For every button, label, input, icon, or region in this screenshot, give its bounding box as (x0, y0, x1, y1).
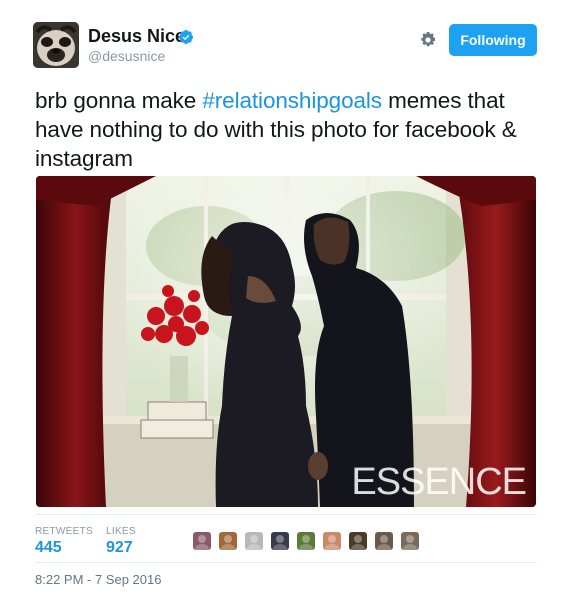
liker-avatar-8[interactable] (375, 532, 393, 550)
liker-avatar-3[interactable] (245, 532, 263, 550)
following-button[interactable]: Following (449, 24, 537, 56)
liker-avatar-7[interactable] (349, 532, 367, 550)
liker-avatar-2[interactable] (219, 532, 237, 550)
essence-watermark: ESSENCE (351, 461, 526, 503)
divider-top (35, 514, 537, 515)
retweets-count[interactable]: 445 (35, 539, 62, 557)
hashtag-link[interactable]: #relationshipgoals (202, 88, 382, 113)
user-display-name[interactable]: Desus Nice (88, 26, 185, 47)
liker-avatar-4[interactable] (271, 532, 289, 550)
verified-badge-icon (178, 30, 193, 44)
likes-label: LIKES (106, 526, 136, 537)
retweets-label: RETWEETS (35, 526, 93, 537)
tweet-text-before: brb gonna make (35, 88, 203, 113)
user-handle[interactable]: @desusnice (88, 48, 165, 64)
tweet-timestamp[interactable]: 8:22 PM - 7 Sep 2016 (35, 572, 161, 587)
liker-avatar-5[interactable] (297, 532, 315, 550)
user-avatar[interactable] (33, 22, 79, 68)
tweet-text: brb gonna make #relationshipgoals memes … (35, 86, 540, 173)
likes-count[interactable]: 927 (106, 539, 133, 557)
tweet-photo[interactable]: ESSENCE (36, 176, 536, 507)
tweet-card: Desus Nice @desusnice Following brb gonn… (0, 0, 567, 597)
liker-avatar-6[interactable] (323, 532, 341, 550)
liker-avatar-9[interactable] (401, 532, 419, 550)
liker-avatar-1[interactable] (193, 532, 211, 550)
divider-bottom (35, 562, 537, 563)
gear-icon[interactable] (419, 31, 437, 49)
